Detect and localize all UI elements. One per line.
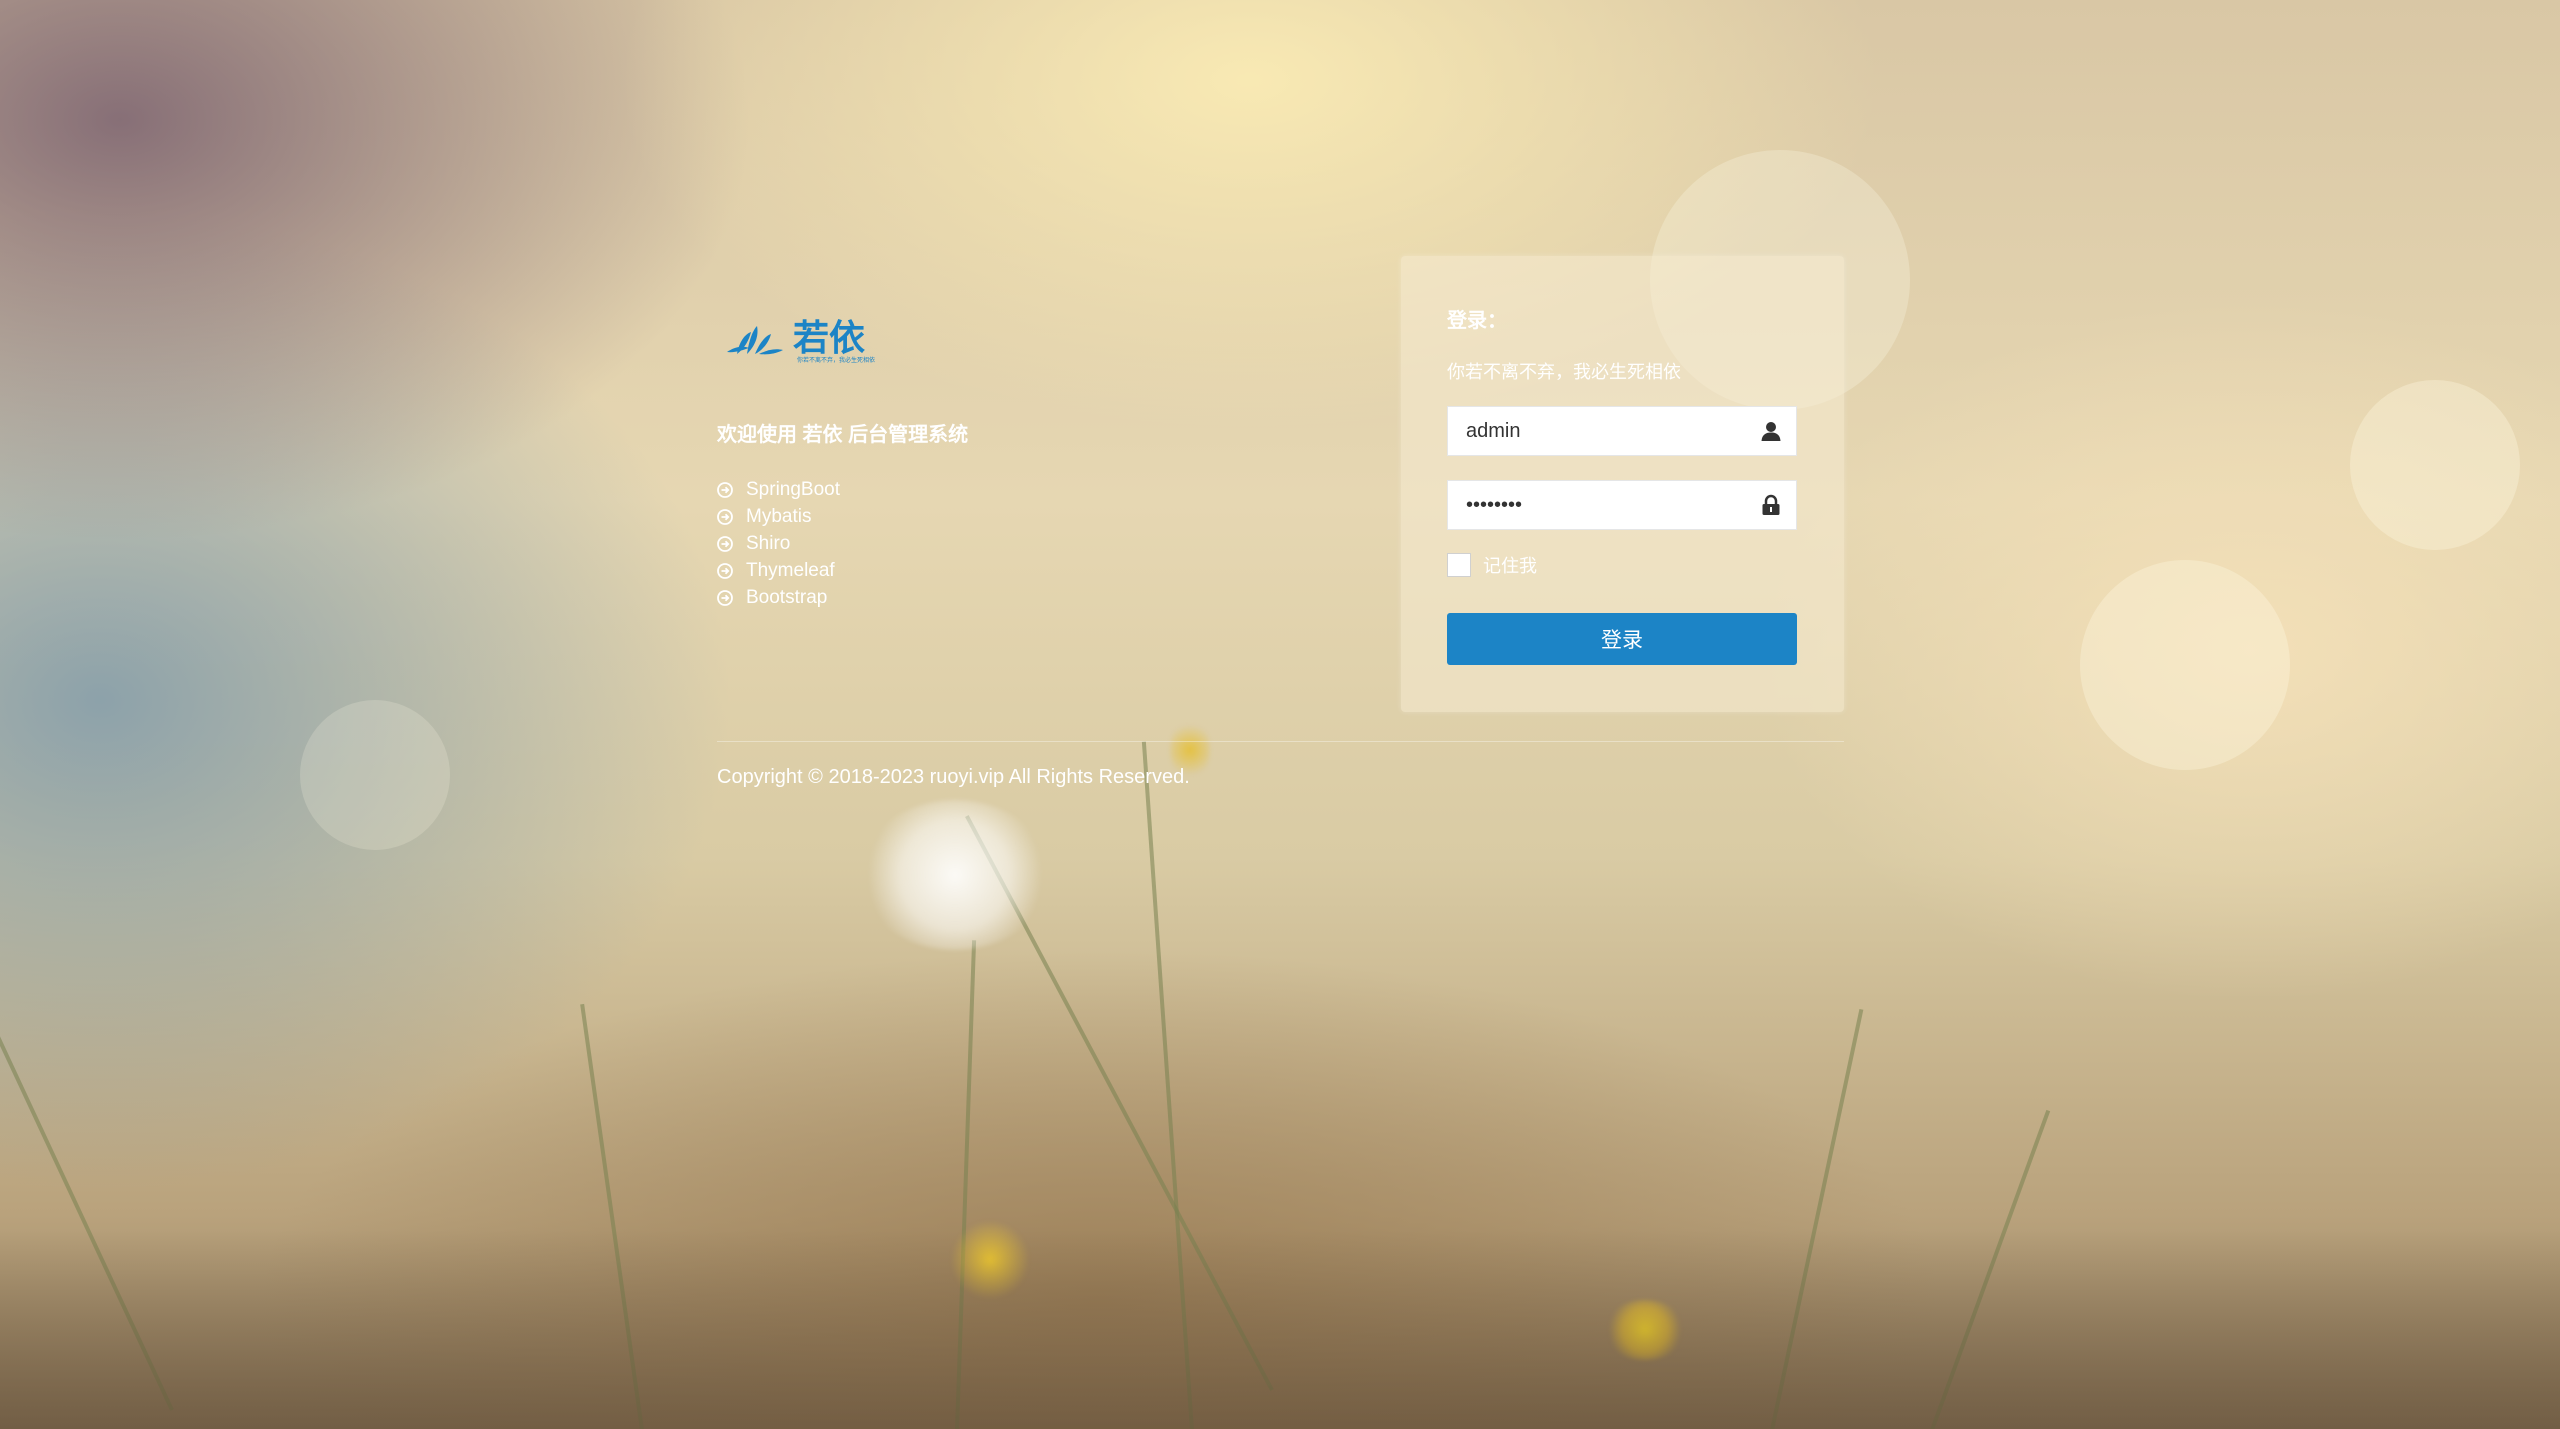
username-field-wrap bbox=[1447, 406, 1797, 456]
feature-item: Mybatis bbox=[717, 503, 840, 530]
copyright-text: Copyright © 2018-2023 ruoyi.vip All Righ… bbox=[717, 766, 1190, 788]
password-input[interactable] bbox=[1448, 481, 1774, 529]
bokeh-light bbox=[300, 700, 450, 850]
logo-text: 若依 bbox=[793, 318, 865, 359]
login-button[interactable]: 登录 bbox=[1447, 613, 1797, 665]
feature-item: SpringBoot bbox=[717, 476, 840, 503]
background-image bbox=[0, 0, 2560, 1429]
bokeh-light bbox=[2080, 560, 2290, 770]
lock-icon bbox=[1762, 494, 1780, 515]
welcome-heading: 欢迎使用 若依 后台管理系统 bbox=[717, 424, 969, 446]
bokeh-light bbox=[2350, 380, 2520, 550]
login-title: 登录： bbox=[1447, 310, 1507, 332]
login-form: 登录： 你若不离不弃，我必生死相依 记住我 登录 bbox=[1401, 256, 1844, 712]
remember-me-label: 记住我 bbox=[1483, 556, 1537, 576]
remember-me-checkbox[interactable] bbox=[1447, 553, 1471, 577]
feature-item: Thymeleaf bbox=[717, 557, 840, 584]
arrow-circle-right-icon bbox=[717, 562, 733, 579]
arrow-circle-right-icon bbox=[717, 481, 733, 498]
feature-list: SpringBoot Mybatis Shiro Thymeleaf Boots… bbox=[717, 476, 840, 611]
feature-label: Shiro bbox=[746, 532, 791, 554]
username-input[interactable] bbox=[1448, 407, 1774, 455]
logo-tagline: 你若不离不弃，我必生死相依 bbox=[797, 356, 875, 364]
feature-item: Shiro bbox=[717, 530, 840, 557]
arrow-circle-right-icon bbox=[717, 508, 733, 525]
user-icon bbox=[1761, 422, 1781, 441]
feature-label: Thymeleaf bbox=[746, 559, 835, 581]
arrow-circle-right-icon bbox=[717, 589, 733, 606]
dandelion-seedhead bbox=[860, 800, 1050, 950]
feature-label: Bootstrap bbox=[746, 586, 828, 608]
arrow-circle-right-icon bbox=[717, 535, 733, 552]
ground-shadow bbox=[0, 1230, 2560, 1429]
footer-divider bbox=[717, 741, 1844, 742]
feature-item: Bootstrap bbox=[717, 584, 840, 611]
feature-label: Mybatis bbox=[746, 505, 812, 527]
ruoyi-logo: 若依 你若不离不弃，我必生死相依 bbox=[727, 318, 875, 364]
remember-me[interactable]: 记住我 bbox=[1447, 552, 1537, 578]
feature-label: SpringBoot bbox=[746, 478, 841, 500]
login-subtitle: 你若不离不弃，我必生死相依 bbox=[1447, 362, 1681, 383]
password-field-wrap bbox=[1447, 480, 1797, 530]
